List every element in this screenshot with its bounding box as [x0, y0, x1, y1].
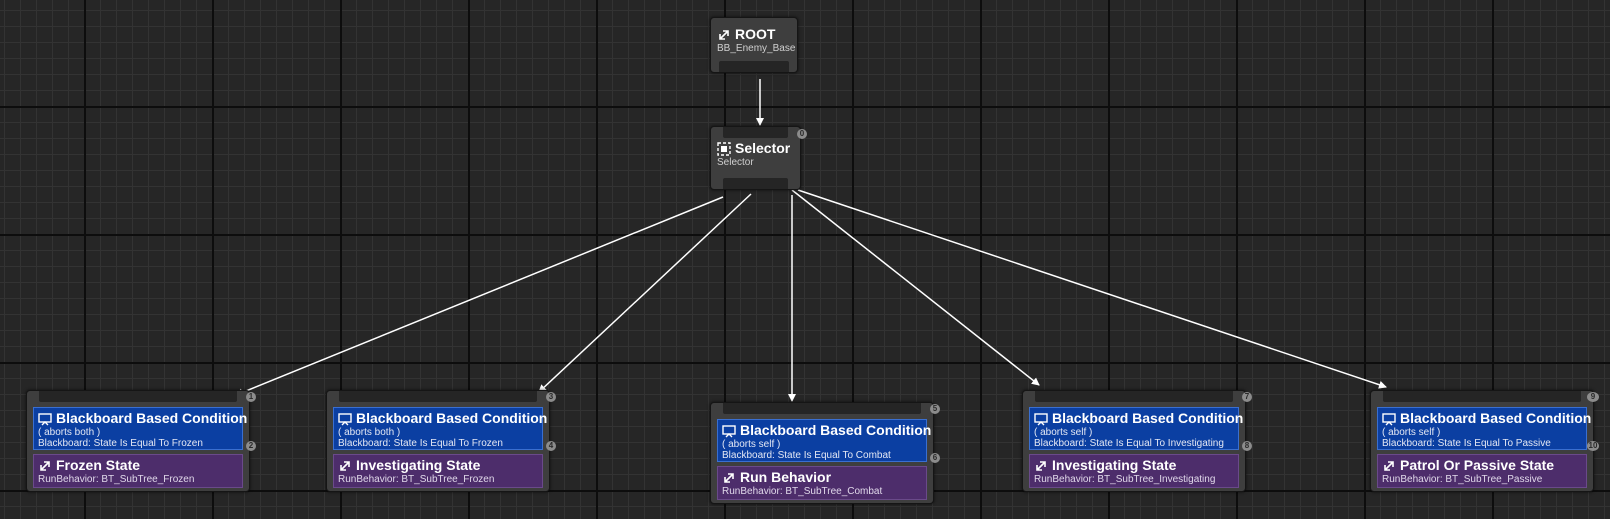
task-title: Frozen State — [56, 457, 141, 473]
execution-index-badge: 8 — [1242, 441, 1252, 451]
decorator-blackboard-condition[interactable]: Blackboard Based Condition ( aborts both… — [333, 407, 547, 450]
root-title: ROOT — [735, 26, 776, 42]
execution-index-badge: 4 — [546, 441, 556, 451]
child-node-5[interactable]: 9 Blackboard Based Condition ( aborts se… — [1370, 390, 1599, 492]
selector-title: Selector — [735, 140, 791, 156]
child-node-4[interactable]: 7 Blackboard Based Condition ( aborts se… — [1022, 390, 1252, 492]
blackboard-icon — [38, 412, 52, 426]
execution-index-badge: 0 — [797, 129, 807, 139]
task-title: Run Behavior — [740, 469, 832, 485]
decorator-title: Blackboard Based Condition — [1052, 410, 1244, 426]
subtree-arrow-icon — [38, 459, 52, 473]
child-1-input-pin[interactable] — [39, 391, 237, 402]
task-run-behavior[interactable]: Frozen State RunBehavior: BT_SubTree_Fro… — [33, 454, 243, 488]
decorator-aborts: ( aborts self ) — [722, 439, 781, 450]
decorator-blackboard-condition[interactable]: Blackboard Based Condition ( aborts both… — [33, 407, 247, 450]
child-node-3[interactable]: 5 Blackboard Based Condition ( aborts se… — [710, 402, 940, 504]
child-5-input-pin[interactable] — [1383, 391, 1581, 402]
decorator-title: Blackboard Based Condition — [740, 422, 932, 438]
decorator-condition: Blackboard: State Is Equal To Combat — [722, 450, 891, 461]
subtree-arrow-icon — [722, 471, 736, 485]
execution-index-badge: 5 — [930, 404, 940, 414]
task-detail: RunBehavior: BT_SubTree_Passive — [1382, 474, 1543, 485]
child-3-input-pin[interactable] — [723, 403, 921, 414]
decorator-title: Blackboard Based Condition — [56, 410, 248, 426]
execution-index-badge: 9 — [1587, 392, 1599, 402]
blackboard-icon — [1382, 412, 1396, 426]
execution-index-badge: 7 — [1242, 392, 1252, 402]
decorator-aborts: ( aborts self ) — [1382, 427, 1441, 438]
wire-selector-to-child-2 — [538, 193, 752, 393]
blackboard-icon — [722, 424, 736, 438]
selector-node[interactable]: Selector Selector 0 — [710, 126, 807, 190]
task-run-behavior[interactable]: Patrol Or Passive State RunBehavior: BT_… — [1377, 454, 1587, 488]
task-title: Investigating State — [356, 457, 481, 473]
task-title: Investigating State — [1052, 457, 1177, 473]
execution-index-badge: 1 — [246, 392, 256, 402]
root-subtitle: BB_Enemy_Base — [717, 43, 796, 54]
child-2-input-pin[interactable] — [339, 391, 537, 402]
root-output-pin[interactable] — [719, 61, 789, 72]
selector-output-pin[interactable] — [723, 178, 788, 189]
root-node[interactable]: ROOT BB_Enemy_Base — [710, 17, 798, 73]
selector-subtitle: Selector — [717, 157, 754, 168]
decorator-condition: Blackboard: State Is Equal To Frozen — [38, 438, 203, 449]
task-detail: RunBehavior: BT_SubTree_Combat — [722, 486, 883, 497]
decorator-blackboard-condition[interactable]: Blackboard Based Condition ( aborts self… — [1029, 407, 1243, 450]
execution-index-badge: 6 — [930, 453, 940, 463]
subtree-arrow-icon — [1382, 459, 1396, 473]
decorator-title: Blackboard Based Condition — [356, 410, 548, 426]
execution-index-badge: 10 — [1587, 441, 1599, 451]
selector-input-pin[interactable] — [723, 127, 788, 138]
wire-selector-to-child-5 — [797, 189, 1387, 389]
decorator-aborts: ( aborts both ) — [38, 427, 101, 438]
wire-selector-to-child-1 — [235, 196, 724, 397]
decorator-blackboard-condition[interactable]: Blackboard Based Condition ( aborts self… — [717, 419, 931, 462]
task-detail: RunBehavior: BT_SubTree_Frozen — [338, 474, 495, 485]
blackboard-icon — [1034, 412, 1048, 426]
task-detail: RunBehavior: BT_SubTree_Investigating — [1034, 474, 1216, 485]
execution-index-badge: 2 — [246, 441, 256, 451]
decorator-condition: Blackboard: State Is Equal To Investigat… — [1034, 438, 1224, 449]
subtree-arrow-icon — [1034, 459, 1048, 473]
task-title: Patrol Or Passive State — [1400, 457, 1555, 473]
task-run-behavior[interactable]: Investigating State RunBehavior: BT_SubT… — [333, 454, 543, 488]
child-node-1[interactable]: 1 Blackboard Based Condition ( aborts bo… — [26, 390, 256, 492]
child-node-2[interactable]: 3 Blackboard Based Condition ( aborts bo… — [326, 390, 556, 492]
selector-icon — [717, 141, 731, 156]
decorator-aborts: ( aborts self ) — [1034, 427, 1093, 438]
execution-index-badge: 3 — [546, 392, 556, 402]
root-title-row: ROOT — [717, 26, 791, 43]
decorator-condition: Blackboard: State Is Equal To Passive — [1382, 438, 1551, 449]
blackboard-icon — [338, 412, 352, 426]
wire-selector-to-child-4 — [791, 189, 1040, 386]
subtree-arrow-icon — [338, 459, 352, 473]
decorator-aborts: ( aborts both ) — [338, 427, 401, 438]
decorator-condition: Blackboard: State Is Equal To Frozen — [338, 438, 503, 449]
decorator-title: Blackboard Based Condition — [1400, 410, 1592, 426]
task-run-behavior[interactable]: Investigating State RunBehavior: BT_SubT… — [1029, 454, 1239, 488]
selector-title-row: Selector — [717, 140, 794, 157]
child-4-input-pin[interactable] — [1035, 391, 1233, 402]
subtree-arrow-icon — [717, 28, 731, 42]
decorator-blackboard-condition[interactable]: Blackboard Based Condition ( aborts self… — [1377, 407, 1591, 450]
task-run-behavior[interactable]: Run Behavior RunBehavior: BT_SubTree_Com… — [717, 466, 927, 500]
task-detail: RunBehavior: BT_SubTree_Frozen — [38, 474, 195, 485]
